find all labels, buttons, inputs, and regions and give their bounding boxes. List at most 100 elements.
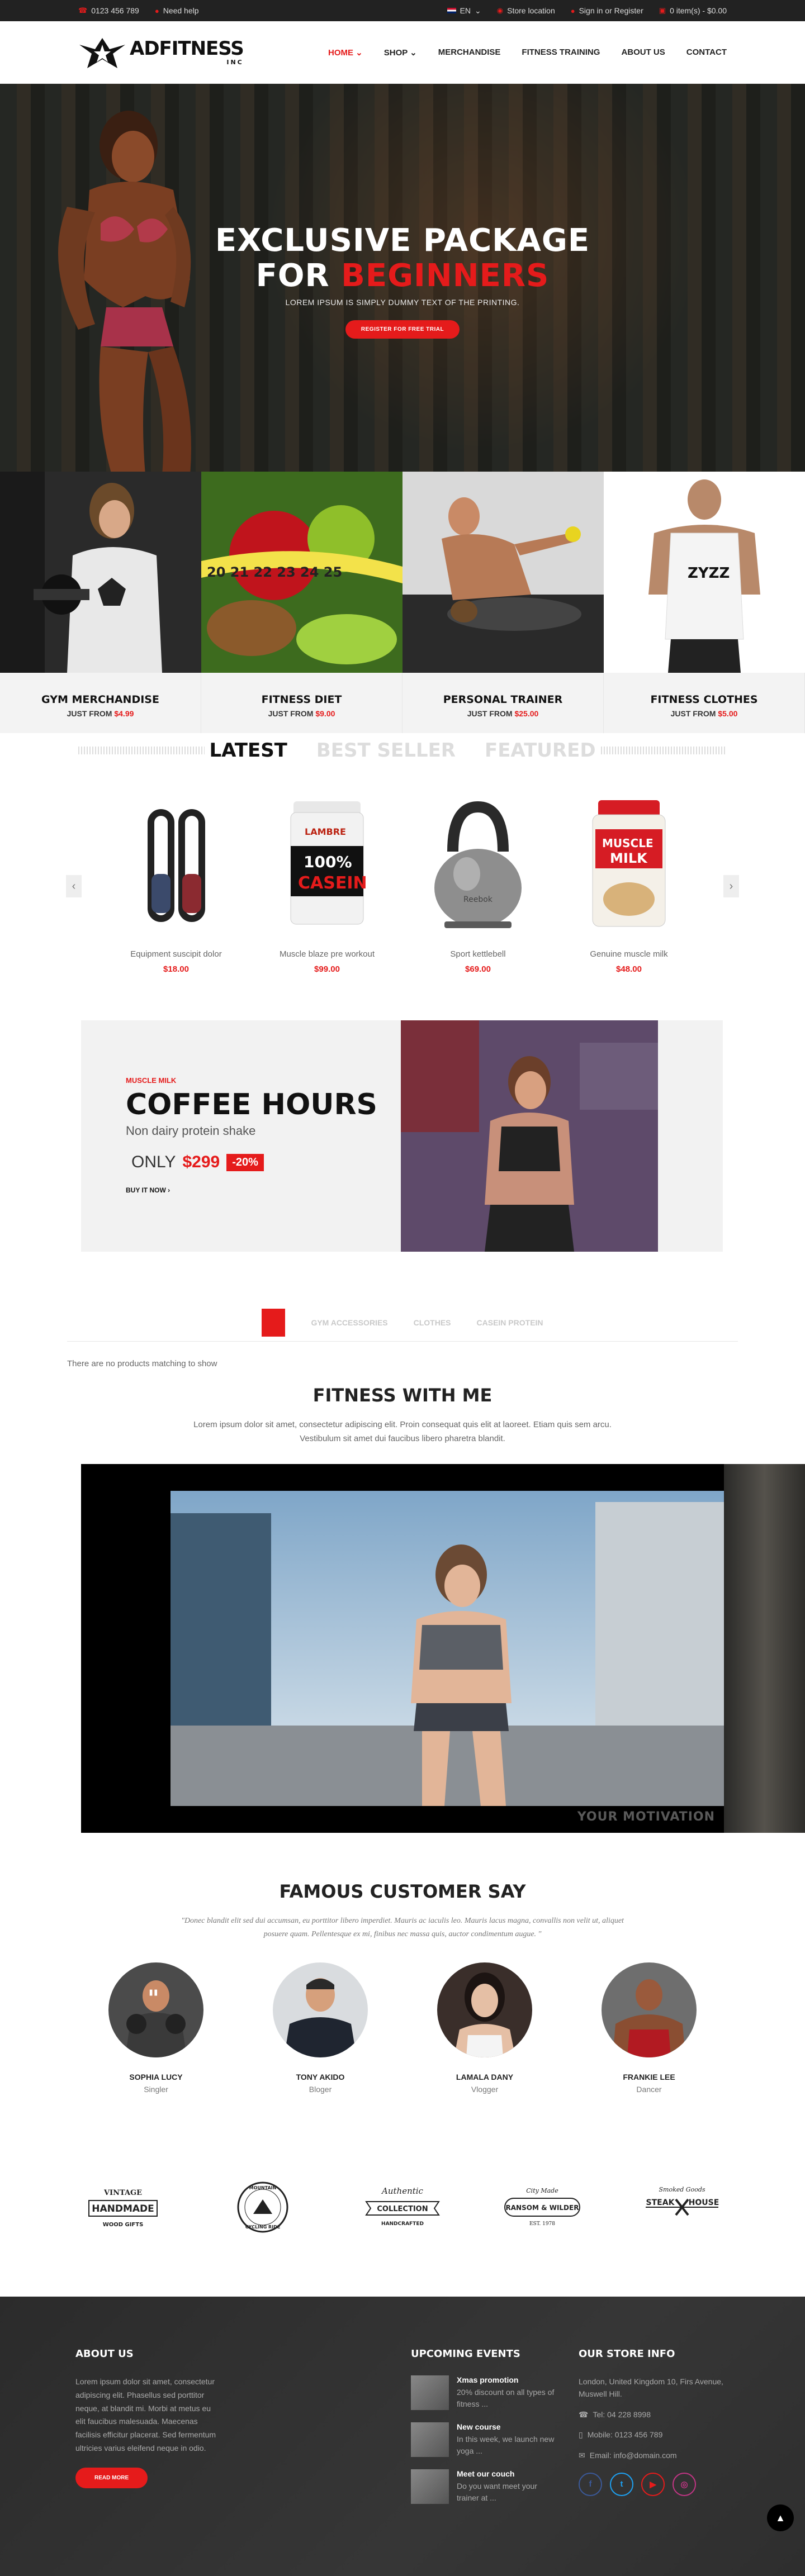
category-personal-trainer[interactable]: PERSONAL TRAINER JUST FROM $25.00 [402, 472, 604, 733]
youtube-icon[interactable]: ▶ [641, 2472, 665, 2496]
event-item[interactable]: Meet our couch Do you want meet your trai… [411, 2469, 557, 2504]
tab-latest[interactable]: LATEST [205, 739, 292, 762]
category-gym-merchandise[interactable]: GYM MERCHANDISE JUST FROM $4.99 [0, 472, 201, 733]
nav-home[interactable]: HOME ⌄ [328, 47, 363, 58]
store-tel: ☎ Tel: 04 228 8998 [579, 2408, 724, 2421]
nav-shop[interactable]: SHOP ⌄ [384, 47, 417, 58]
tab-featured[interactable]: FEATURED [480, 739, 600, 762]
location-pin-icon: ◉ [496, 6, 504, 15]
buy-it-now-link[interactable]: BUY IT NOW › [126, 1186, 377, 1194]
product-image-muscle-milk: MUSCLE MILK [592, 800, 666, 927]
nav-contact[interactable]: CONTACT [686, 47, 727, 58]
product-card[interactable]: MUSCLE MILK Genuine muscle milk $48.00 [556, 768, 702, 974]
carousel-next-button[interactable]: › [723, 875, 739, 897]
promo-only-label: ONLY [131, 1153, 176, 1171]
testimonial-person[interactable]: LAMALA DANY Vlogger [437, 1962, 532, 2094]
event-item[interactable]: New course In this week, we launch new yo… [411, 2422, 557, 2457]
brand-text: EST. 1978 [529, 2221, 555, 2227]
product-image-casein-tub: 100% CASEIN LAMBRE [290, 801, 367, 925]
nav-home-label: HOME [328, 47, 353, 58]
svg-text:20 21 22 23 24 25: 20 21 22 23 24 25 [207, 564, 342, 580]
product-card[interactable]: Equipment suscipit dolor $18.00 [103, 768, 249, 974]
logo-sub: INC [226, 59, 244, 66]
brand-text: HANDCRAFTED [381, 2221, 424, 2227]
testimonial-person[interactable]: " SOPHIA LUCY Singler [108, 1962, 203, 2094]
cart-link[interactable]: ▣ 0 item(s) - $0.00 [659, 6, 727, 15]
product-card[interactable]: Reebok Sport kettlebell $69.00 [405, 768, 551, 974]
twitter-icon[interactable]: t [610, 2472, 633, 2496]
testimonial-person[interactable]: TONY AKIDO Bloger [273, 1962, 368, 2094]
brand-text: WOOD GIFTS [103, 2222, 144, 2228]
testimonials-title: FAMOUS CUSTOMER SAY [279, 1881, 526, 1902]
product-carousel: ‹ › Equipment suscipit dolor $18.00 100% [0, 768, 805, 991]
logo-star-wings-icon [79, 37, 125, 68]
person-role: Vlogger [471, 2084, 499, 2094]
phone-number: 0123 456 789 [91, 6, 139, 15]
uk-flag-icon [447, 8, 456, 13]
nav-merchandise[interactable]: MERCHANDISE [438, 47, 501, 58]
active-tab-marker[interactable] [262, 1309, 286, 1337]
brand-vintage-handmade-logo[interactable]: VINTAGE HANDMADE WOOD GIFTS [81, 2179, 165, 2235]
tab-clothes[interactable]: CLOTHES [414, 1318, 451, 1327]
just-from-label: JUST FROM [670, 709, 716, 718]
category-fitness-clothes[interactable]: ZYZZ FITNESS CLOTHES JUST FROM $5.00 [604, 472, 805, 733]
tab-gym-accessories[interactable]: GYM ACCESSORIES [311, 1318, 387, 1327]
instagram-icon[interactable]: ◎ [673, 2472, 696, 2496]
just-from-label: JUST FROM [67, 709, 112, 718]
footer-about-text: Lorem ipsum dolor sit amet, consectetur … [75, 2377, 216, 2453]
event-thumbnail [411, 2422, 449, 2457]
register-free-trial-button[interactable]: REGISTER FOR FREE TRIAL [345, 320, 460, 339]
store-location-link[interactable]: ◉ Store location [497, 6, 555, 15]
top-bar: ☎ 0123 456 789 ● Need help EN ⌄ ◉ Store … [0, 0, 805, 21]
tab-best-seller[interactable]: BEST SELLER [311, 739, 460, 762]
carousel-prev-button[interactable]: ‹ [66, 875, 82, 897]
category-name: FITNESS CLOTHES [650, 693, 758, 706]
promo-banner: MUSCLE MILK COFFEE HOURS Non dairy prote… [81, 1020, 723, 1252]
category-name: GYM MERCHANDISE [41, 693, 159, 706]
footer-store-info: OUR STORE INFO London, United Kingdom 10… [579, 2348, 724, 2496]
logo[interactable]: ADFITNESS INC [78, 35, 244, 70]
testimonial-person[interactable]: FRANKIE LEE Dancer [602, 1962, 697, 2094]
read-more-button[interactable]: READ MORE [75, 2467, 148, 2488]
hero-title: EXCLUSIVE PACKAGE FOR BEGINNERS [0, 223, 805, 294]
tab-casein-protein[interactable]: CASEIN PROTEIN [477, 1318, 543, 1327]
phone-link[interactable]: ☎ 0123 456 789 [78, 6, 139, 15]
accessory-tabs: GYM ACCESSORIES CLOTHES CASEIN PROTEIN [0, 1309, 805, 1337]
store-email[interactable]: ✉ Email: info@domain.com [579, 2449, 724, 2461]
hero-title-beginners: BEGINNERS [341, 257, 550, 294]
video-frame-image [171, 1491, 724, 1806]
promo-subtitle: Non dairy protein shake [126, 1124, 256, 1138]
event-title: Meet our couch [457, 2469, 515, 2478]
kettlebell-brand: Reebok [463, 895, 493, 904]
facebook-icon[interactable]: f [579, 2472, 602, 2496]
logo-name: ADFITNESS [130, 37, 244, 60]
product-card[interactable]: 100% CASEIN LAMBRE Muscle blaze pre work… [254, 768, 400, 974]
brand-ransom-wilder-logo[interactable]: City Made RANSOM & WILDER EST. 1978 [500, 2179, 584, 2235]
category-price: $25.00 [514, 709, 539, 718]
promo-price: $299 [182, 1153, 220, 1171]
language-label: EN [460, 6, 471, 15]
mail-icon: ✉ [579, 2450, 585, 2460]
brand-authentic-collection-logo[interactable]: Authentic COLLECTION HANDCRAFTED [361, 2179, 444, 2235]
event-item[interactable]: Xmas promotion 20% discount on all types … [411, 2375, 557, 2410]
help-link[interactable]: ● Need help [155, 6, 199, 15]
just-from-label: JUST FROM [268, 709, 314, 718]
brand-text: Smoked Goods [659, 2186, 705, 2193]
category-fitness-diet[interactable]: 20 21 22 23 24 25 FITNESS DIET JUST FROM… [201, 472, 402, 733]
language-selector[interactable]: EN ⌄ [447, 6, 481, 16]
fitness-section: FITNESS WITH ME Lorem ipsum dolor sit am… [0, 1385, 805, 1446]
chevron-left-icon: ‹ [72, 880, 76, 892]
nav-fitness-training[interactable]: FITNESS TRAINING [522, 47, 600, 58]
back-to-top-button[interactable]: ▲ [767, 2504, 794, 2531]
promo-price-row: ONLY $299 -20% [126, 1153, 377, 1172]
page: ☎ 0123 456 789 ● Need help EN ⌄ ◉ Store … [0, 0, 805, 2576]
product-list: Equipment suscipit dolor $18.00 100% CAS… [78, 768, 727, 974]
video-player[interactable]: YOUR MOTIVATION [81, 1464, 724, 1833]
signin-link[interactable]: ● Sign in or Register [571, 6, 643, 15]
nav-about-us[interactable]: ABOUT US [621, 47, 665, 58]
product-tabs: LATEST BEST SELLER FEATURED [0, 733, 805, 768]
brand-steak-house-logo[interactable]: Smoked Goods STEAK HOUSE [640, 2179, 724, 2235]
product-price: $18.00 [163, 964, 189, 974]
hero-title-for: FOR [255, 257, 330, 294]
brand-mountain-cycling-logo[interactable]: MOUNTAIN CYCLING RIDE [221, 2179, 305, 2235]
